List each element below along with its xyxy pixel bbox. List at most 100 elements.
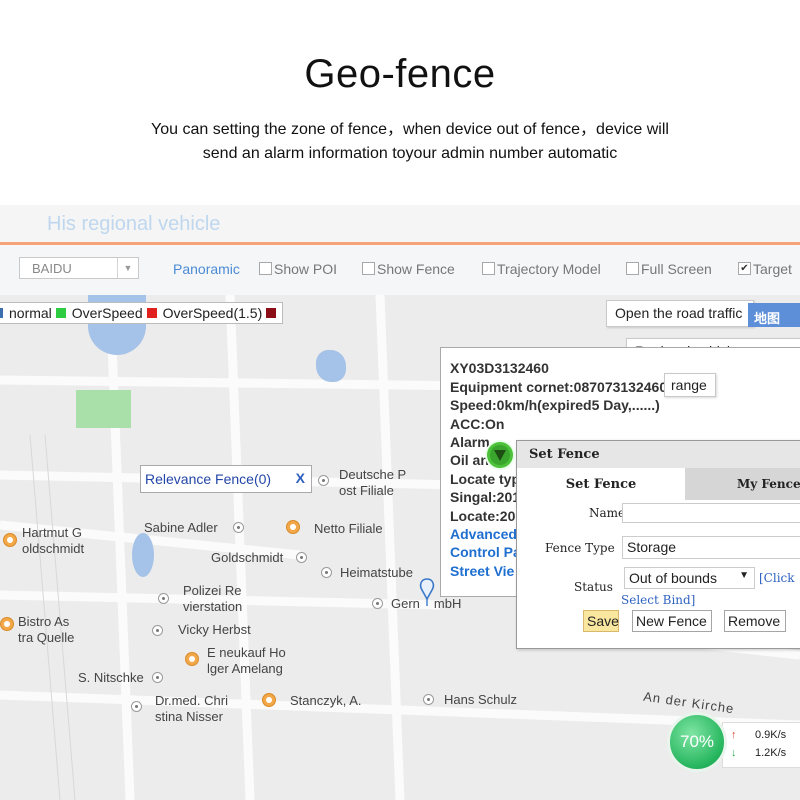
trajectory-model-label: Trajectory Model (497, 261, 601, 277)
map-provider-value: BAIDU (32, 261, 72, 276)
poi-icon[interactable] (372, 598, 383, 609)
poi-polizei[interactable]: Polizei Re vierstation (183, 583, 242, 615)
poi-icon[interactable] (185, 652, 199, 666)
show-poi-label: Show POI (274, 261, 338, 277)
poi-deutsche-post[interactable]: Deutsche Post Filiale (339, 467, 406, 499)
poi-label: Dr.med. Chri (155, 693, 228, 708)
range-button[interactable]: range (664, 373, 716, 397)
poi-label: Hans Schulz (444, 692, 517, 707)
poi-hans-schulz[interactable]: Hans Schulz (444, 692, 517, 708)
poi-stanczyk[interactable]: Stanczyk, A. (290, 693, 362, 709)
lake (132, 533, 154, 577)
poi-drmed[interactable]: Dr.med. Chri stina Nisser (155, 693, 228, 725)
click-link[interactable]: [Click (759, 571, 795, 585)
select-bind-link[interactable]: Select Bind] (621, 593, 695, 607)
poi-label: Heimatstube (340, 565, 413, 580)
fence-type-select[interactable]: Storage (622, 536, 800, 559)
network-speed-panel: ↑ 0.9K/s ↓ 1.2K/s (722, 722, 800, 768)
network-usage-ball[interactable]: 70% (667, 712, 727, 772)
speed-legend: normal OverSpeed OverSpeed(1.5) (0, 302, 284, 324)
advanced-link[interactable]: Advanced (450, 526, 517, 542)
relevance-fence-box[interactable]: Relevance Fence(0) X (140, 465, 312, 493)
arrow-up-icon: ↑ (731, 729, 737, 741)
poi-sabine-adler[interactable]: Sabine Adler (144, 520, 218, 536)
panoramic-link[interactable]: Panoramic (173, 261, 240, 277)
description-line-2: send an alarm information toyour admin n… (202, 145, 618, 162)
poi-eneukauf[interactable]: E neukauf Ho lger Amelang (207, 645, 286, 677)
checkbox-icon[interactable] (482, 262, 495, 275)
poi-heimatstube[interactable]: Heimatstube (340, 565, 413, 581)
poi-label: S. Nitschke (78, 670, 144, 685)
app-title: His regional vehicle (47, 213, 221, 235)
park-area (76, 390, 131, 428)
full-screen-label: Full Screen (641, 261, 712, 277)
poi-icon[interactable] (262, 693, 276, 707)
checkmark-icon[interactable]: ✔ (738, 262, 751, 275)
poi-bistro[interactable]: Bistro As tra Quelle (18, 614, 74, 646)
save-button[interactable]: Save (583, 610, 619, 632)
tab-set-fence[interactable]: Set Fence (517, 468, 685, 500)
poi-icon[interactable] (158, 593, 169, 604)
tab-my-fence[interactable]: My Fence (685, 468, 800, 500)
poi-icon[interactable] (286, 520, 300, 534)
full-screen-checkbox[interactable]: Full Screen (626, 261, 712, 277)
legend-swatch-overspeed (146, 308, 157, 319)
poi-icon[interactable] (233, 522, 244, 533)
checkbox-icon[interactable] (626, 262, 639, 275)
poi-vicky-herbst[interactable]: Vicky Herbst (178, 622, 251, 638)
device-signal: Singal:201 (450, 489, 521, 505)
device-locate-time: Locate:201 (450, 508, 524, 524)
trajectory-model-checkbox[interactable]: Trajectory Model (482, 261, 601, 277)
fence-name-input[interactable] (622, 503, 800, 523)
chevron-down-icon[interactable]: ▼ (117, 258, 138, 278)
poi-nitschke[interactable]: S. Nitschke (78, 670, 144, 686)
cross-icon[interactable] (131, 701, 142, 712)
dialog-title[interactable]: Set Fence (517, 441, 800, 468)
set-fence-dialog: Set Fence Set Fence My Fence Name Fence … (516, 440, 800, 649)
chevron-down-icon[interactable]: ▼ (739, 570, 749, 581)
vehicle-marker-icon[interactable] (484, 439, 516, 471)
device-acc: ACC:On (450, 416, 505, 432)
checkbox-icon[interactable] (362, 262, 375, 275)
basemap-button[interactable]: 地图 (748, 303, 800, 327)
equipment-cornet: Equipment cornet:087073132460 (450, 379, 668, 395)
poi-icon[interactable] (318, 475, 329, 486)
poi-icon[interactable] (152, 625, 163, 636)
poi-icon[interactable] (152, 672, 163, 683)
control-panel-link[interactable]: Control Pa (450, 544, 521, 560)
checkbox-icon[interactable] (259, 262, 272, 275)
target-checkbox[interactable]: ✔ Target (738, 261, 792, 277)
map-provider-select[interactable]: BAIDU ▼ (19, 257, 139, 279)
close-icon[interactable]: X (296, 470, 305, 486)
street-view-link[interactable]: Street Vie (450, 563, 514, 579)
relevance-fence-label: Relevance Fence(0) (145, 471, 272, 487)
remove-button[interactable]: Remove (724, 610, 786, 632)
road-traffic-button[interactable]: Open the road traffic (606, 300, 754, 327)
poi-icon[interactable] (0, 617, 14, 631)
poi-label: lger Amelang (207, 661, 283, 676)
show-poi-checkbox[interactable]: Show POI (259, 261, 337, 277)
fence-type-label: Fence Type (545, 541, 615, 555)
poi-hartmut[interactable]: Hartmut Goldschmidt (22, 525, 84, 557)
poi-icon[interactable] (3, 533, 17, 547)
poi-goldschmidt[interactable]: Goldschmidt (211, 550, 283, 566)
show-fence-checkbox[interactable]: Show Fence (362, 261, 455, 277)
poi-label: Netto Filiale (314, 521, 383, 536)
legend-swatch (0, 308, 3, 319)
poi-label: Deutsche P (339, 467, 407, 482)
poi-label: Stanczyk, A. (290, 693, 362, 708)
poi-label: vierstation (183, 599, 243, 614)
name-label: Name (589, 506, 626, 520)
poi-icon[interactable] (296, 552, 307, 563)
lake (316, 350, 346, 382)
page-title: Geo-fence (304, 52, 496, 96)
music-icon[interactable] (321, 567, 332, 578)
app-window: His regional vehicle BAIDU ▼ Panoramic S… (0, 205, 800, 800)
legend-label-overspeed: OverSpeed (71, 305, 143, 321)
new-fence-button[interactable]: New Fence (632, 610, 712, 632)
location-pin-icon[interactable] (413, 577, 441, 607)
legend-swatch-normal (55, 308, 66, 319)
status-select[interactable]: Out of bounds ▼ (624, 567, 755, 589)
poi-netto[interactable]: Netto Filiale (314, 521, 383, 537)
poi-icon[interactable] (423, 694, 434, 705)
